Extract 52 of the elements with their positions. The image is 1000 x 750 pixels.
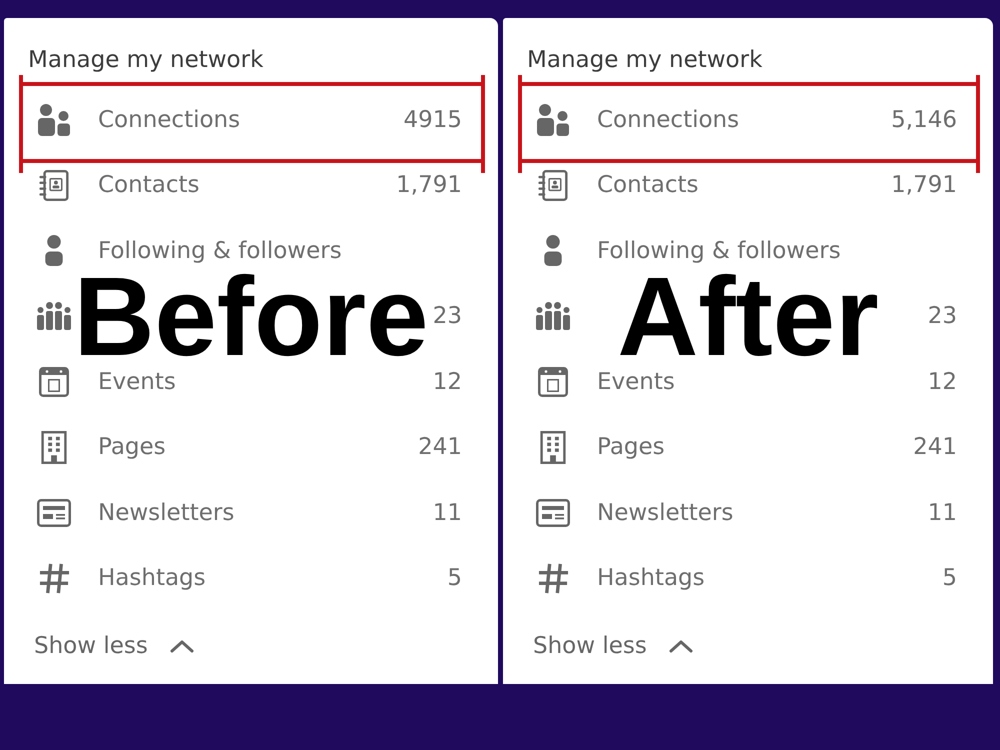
network-item-link[interactable]: Following & followers [98,238,342,264]
item-count: 5 [942,565,957,592]
network-item-link[interactable]: Pages [98,434,166,460]
person-icon [543,235,563,266]
group-icon [536,302,570,330]
network-item-link[interactable]: Hashtags [98,565,206,592]
person-icon [44,235,64,266]
newspaper-icon [536,498,570,527]
address-book-icon [538,170,568,201]
calendar-icon [538,366,568,397]
hashtag-icon [38,562,70,594]
item-count: 4915 [403,106,462,133]
people-icon [537,104,569,136]
item-count: 5 [447,565,462,592]
network-item-link[interactable]: Hashtags [597,565,705,592]
building-icon [41,430,67,464]
calendar-icon [39,366,69,397]
item-count: 11 [928,500,957,526]
network-item-link[interactable]: Newsletters [98,500,234,526]
group-icon [37,302,71,330]
network-item-link[interactable]: Events [597,368,675,395]
address-book-icon [39,170,69,201]
caret-up-icon [170,639,194,653]
network-item-link[interactable]: Connections [98,106,240,133]
item-count: 5,146 [891,106,957,133]
caret-up-icon [668,639,693,653]
network-item-link[interactable]: Events [98,368,176,395]
overlay-caption: After [617,274,879,360]
building-icon [540,430,566,464]
newspaper-icon [37,498,71,527]
show-less-button[interactable]: Show less [34,630,194,662]
item-count: 1,791 [891,172,957,198]
panel-heading: Manage my network [28,47,264,73]
hashtag-icon [538,562,568,594]
network-item-link[interactable]: Newsletters [597,500,734,526]
network-item-link[interactable]: Following & followers [597,238,841,264]
network-item-link[interactable]: Contacts [98,172,200,198]
item-count: 11 [432,500,462,526]
item-count: 12 [432,368,462,395]
item-count: 12 [928,368,957,395]
item-count: 23 [432,303,462,330]
network-item-link[interactable]: Pages [597,434,665,460]
item-count: 23 [928,303,957,330]
item-count: 241 [913,434,957,460]
network-item-link[interactable]: Connections [597,106,740,133]
network-item-link[interactable]: Contacts [597,172,698,198]
item-count: 1,791 [396,172,462,198]
people-icon [38,104,70,136]
panel-heading: Manage my network [527,47,762,73]
item-count: 241 [418,434,462,460]
show-less-button[interactable]: Show less [533,630,693,662]
overlay-caption: Before [74,274,428,360]
